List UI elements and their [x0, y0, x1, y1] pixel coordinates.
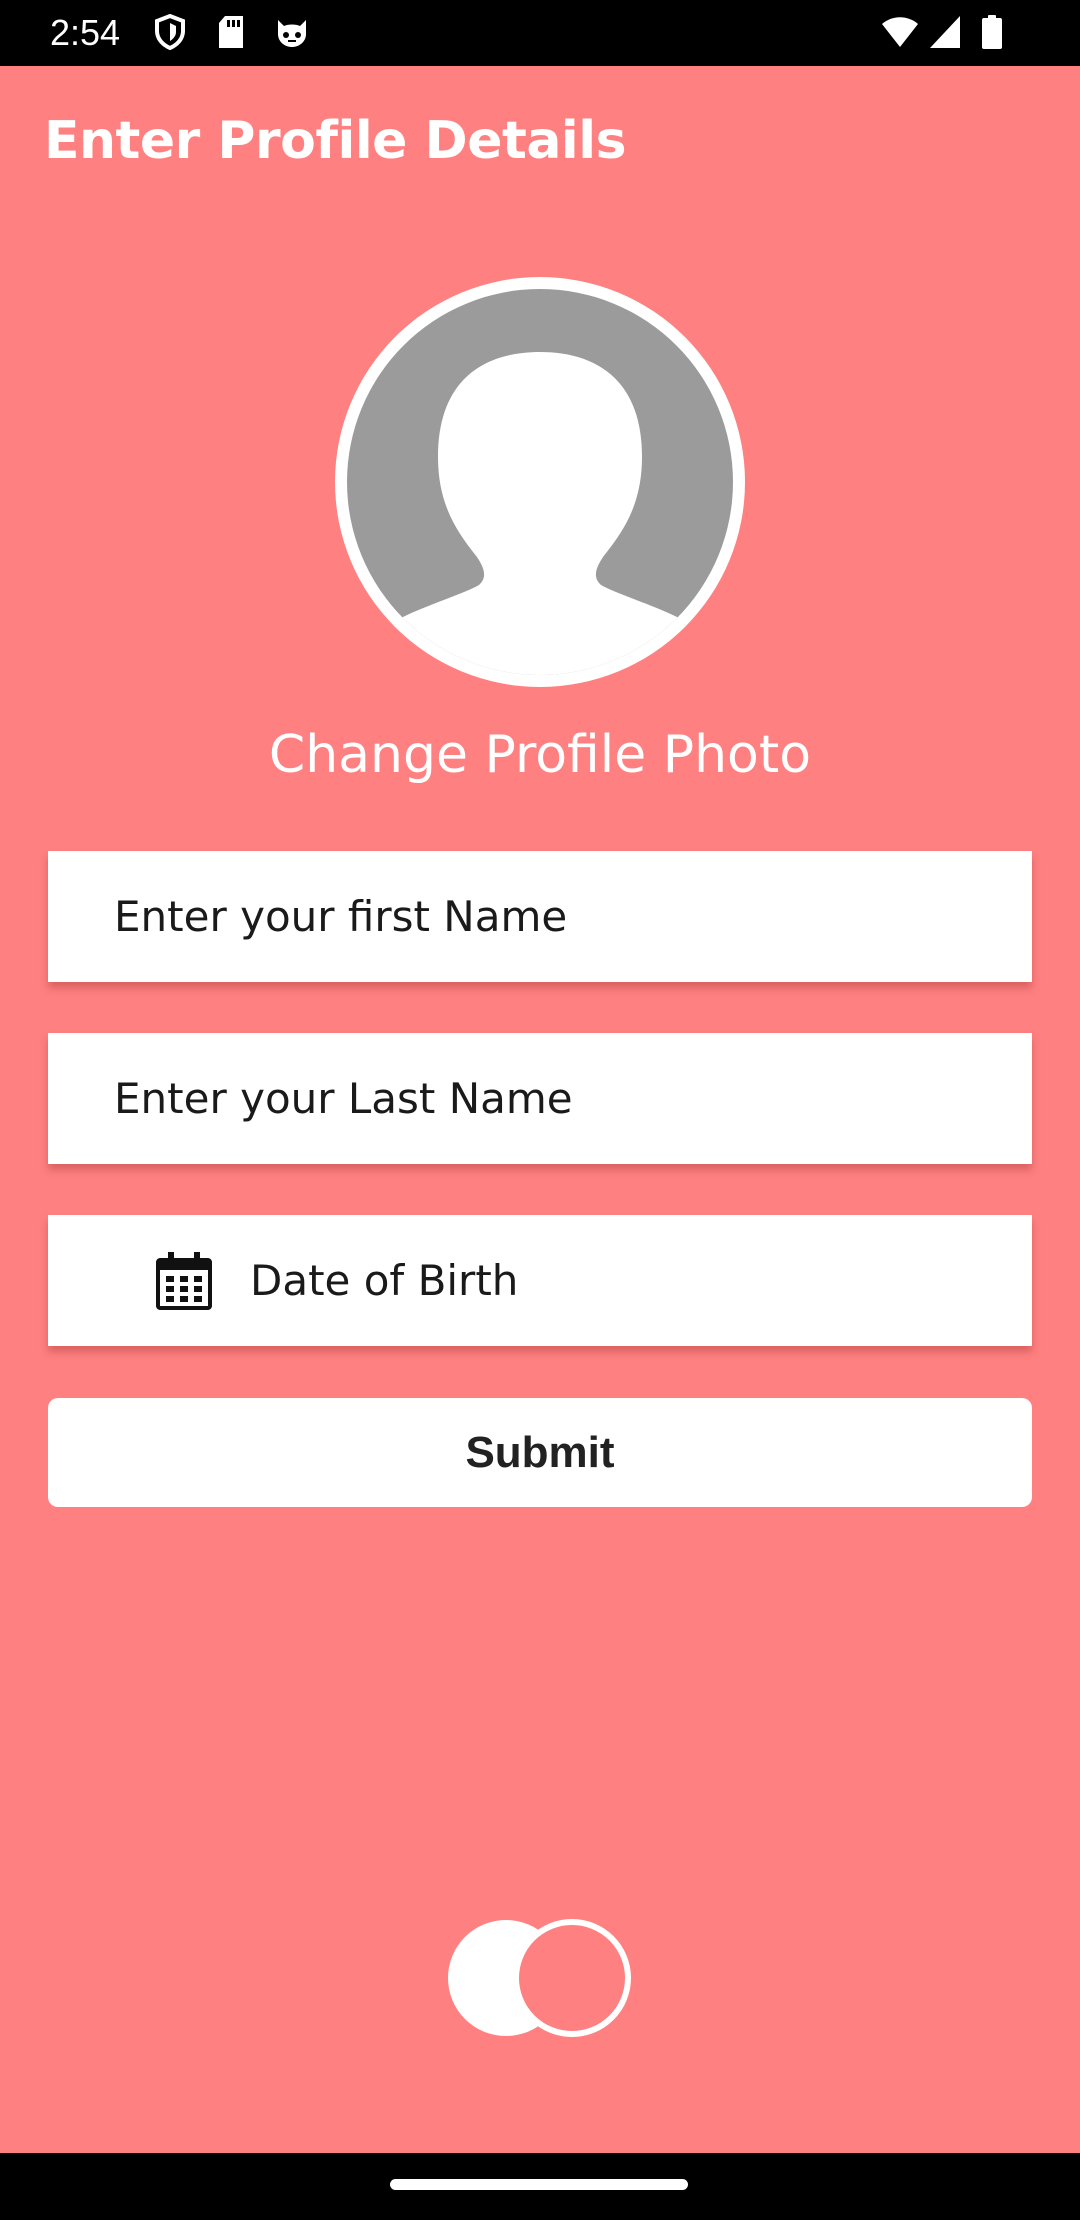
first-name-input[interactable] — [114, 851, 1014, 982]
submit-button[interactable]: Submit — [48, 1398, 1032, 1507]
calendar-icon — [156, 1252, 212, 1310]
shield-icon — [155, 14, 185, 50]
default-avatar-icon — [347, 289, 733, 675]
wifi-icon — [882, 17, 918, 47]
battery-icon — [982, 15, 1002, 49]
status-time: 2:54 — [50, 12, 121, 53]
signal-icon — [930, 16, 960, 48]
home-gesture-handle[interactable] — [390, 2179, 688, 2190]
loading-indicator — [448, 1919, 631, 2037]
cat-face-icon — [278, 20, 306, 47]
page-title: Enter Profile Details — [44, 111, 627, 171]
date-of-birth-field[interactable] — [48, 1215, 1032, 1346]
status-bar: 2:54 — [0, 0, 1080, 66]
last-name-field — [48, 1033, 1032, 1164]
navigation-bar — [0, 2153, 1080, 2220]
date-of-birth-input[interactable] — [250, 1215, 1010, 1346]
profile-avatar[interactable] — [335, 277, 745, 687]
first-name-field — [48, 851, 1032, 982]
last-name-input[interactable] — [114, 1033, 1014, 1164]
change-profile-photo-link[interactable]: Change Profile Photo — [0, 720, 1080, 790]
sd-card-icon — [219, 16, 243, 48]
